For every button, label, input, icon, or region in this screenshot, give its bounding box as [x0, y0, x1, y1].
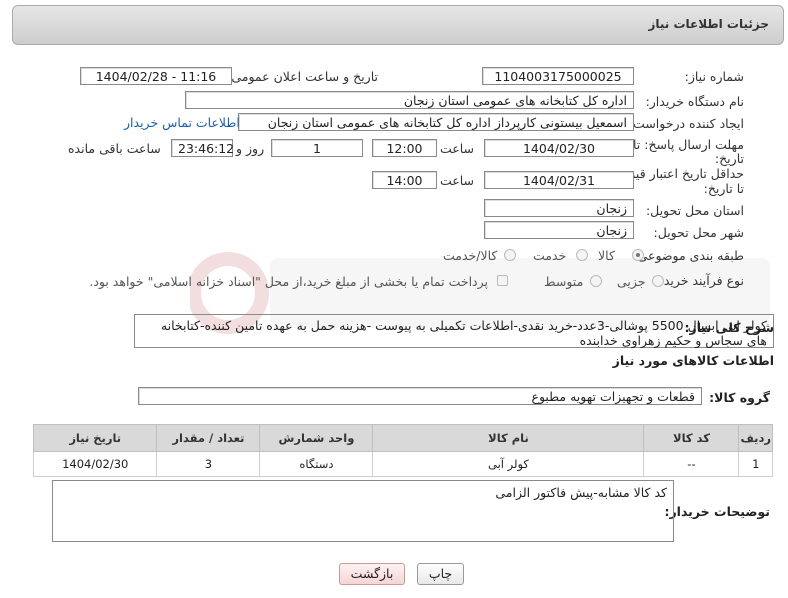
category-radio-service[interactable]	[576, 249, 588, 261]
category-option-goods: کالا	[598, 248, 615, 263]
goods-section-title: اطلاعات کالاهای مورد نیاز	[612, 353, 774, 368]
cell-qty: 3	[156, 451, 261, 477]
cell-code: --	[643, 451, 740, 477]
table-header-row: ردیف کد کالا نام کالا واحد شمارش تعداد /…	[32, 424, 773, 452]
col-code: کد کالا	[643, 424, 740, 452]
category-option-service: خدمت	[533, 248, 567, 263]
category-label: طبقه بندی موضوعی:	[633, 248, 744, 263]
category-option-both: کالا/خدمت	[443, 248, 498, 263]
remaining-label: ساعت باقی مانده	[68, 141, 161, 156]
cell-row: 1	[738, 451, 773, 477]
col-date: تاریخ نیاز	[32, 424, 158, 452]
validity-time-label: ساعت	[440, 173, 475, 188]
process-label: نوع فرآیند خرید :	[655, 273, 744, 288]
need-number-field: 1104003175000025	[482, 67, 634, 85]
back-button[interactable]: بازگشت	[339, 563, 405, 585]
validity-date-field: 1404/02/31	[484, 171, 634, 189]
deadline-days-field: 1	[271, 139, 363, 157]
process-option-minor: جزیی	[617, 274, 646, 289]
buyer-field: اداره کل کتابخانه های عمومی استان زنجان	[185, 91, 634, 109]
col-row: ردیف	[738, 424, 773, 452]
goods-group-label: گروه کالا:	[709, 390, 770, 405]
process-radio-minor[interactable]	[652, 275, 664, 287]
table-row: 1 -- کولر آبی دستگاه 3 1404/02/30	[32, 451, 773, 477]
cell-date: 1404/02/30	[32, 451, 158, 477]
goods-table: ردیف کد کالا نام کالا واحد شمارش تعداد /…	[32, 424, 773, 477]
city-field: زنجان	[484, 221, 634, 239]
province-field: زنجان	[484, 199, 634, 217]
buyer-contact-link[interactable]: اطلاعات تماس خریدار	[124, 115, 240, 130]
treasury-payment-checkbox[interactable]	[497, 275, 508, 286]
buyer-label: نام دستگاه خریدار:	[645, 94, 744, 109]
deadline-time-label: ساعت	[440, 141, 475, 156]
page-title: جزئیات اطلاعات نیاز	[648, 17, 769, 31]
days-label: روز و	[236, 141, 265, 156]
col-unit: واحد شمارش	[259, 424, 374, 452]
notes-field: کد کالا مشابه-پیش فاکتور الزامی	[52, 480, 674, 542]
validity-label-2: تا تاریخ:	[703, 181, 744, 196]
validity-time-field: 14:00	[372, 171, 437, 189]
col-name: نام کالا	[372, 424, 645, 452]
deadline-label-2: تاریخ:	[714, 151, 744, 166]
deadline-label: مهلت ارسال پاسخ: تا	[633, 137, 744, 152]
deadline-time-field: 12:00	[372, 139, 437, 157]
creator-label: ایجاد کننده درخواست:	[628, 116, 744, 131]
creator-field: اسمعیل بیستونی کارپرداز اداره کل کتابخان…	[238, 113, 634, 131]
process-option-medium: متوسط	[544, 274, 584, 289]
need-number-label: شماره نیاز:	[684, 69, 744, 84]
goods-group-field: قطعات و تجهیزات تهویه مطبوع	[138, 387, 702, 405]
cell-name: کولر آبی	[372, 451, 645, 477]
province-label: استان محل تحویل:	[645, 203, 744, 218]
announce-label: تاریخ و ساعت اعلان عمومی:	[227, 69, 378, 84]
col-qty: تعداد / مقدار	[156, 424, 261, 452]
process-radio-medium[interactable]	[590, 275, 602, 287]
panel-header: جزئیات اطلاعات نیاز	[12, 5, 784, 45]
cell-unit: دستگاه	[259, 451, 374, 477]
deadline-date-field: 1404/02/30	[484, 139, 634, 157]
category-radio-both[interactable]	[504, 249, 516, 261]
announce-field: 1404/02/28 - 11:16	[80, 67, 232, 85]
description-field: کولر ابی ابسال 5500 پوشالی-3عدد-خرید نقد…	[134, 314, 774, 348]
remaining-time-field: 23:46:12	[171, 139, 234, 157]
city-label: شهر محل تحویل:	[653, 225, 744, 240]
category-radio-goods[interactable]	[632, 249, 644, 261]
treasury-payment-note: پرداخت تمام یا بخشی از مبلغ خرید،از محل …	[89, 274, 488, 289]
print-button[interactable]: چاپ	[417, 563, 464, 585]
notes-label: توضیحات خریدار:	[664, 504, 770, 519]
